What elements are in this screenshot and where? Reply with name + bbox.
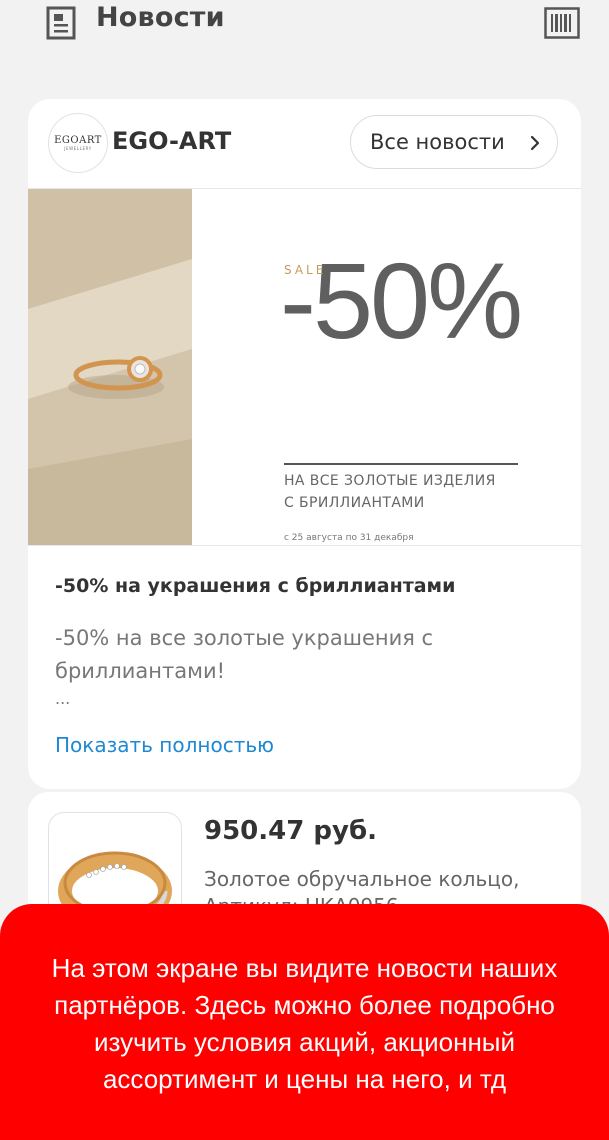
news-card: EGOART JEWELLERY EGO-ART Все новости -50… <box>28 99 581 789</box>
chevron-right-icon <box>530 135 540 151</box>
banner-divider <box>284 463 518 465</box>
page-title: Новости <box>96 2 225 33</box>
banner-line-2: С БРИЛЛИАНТАМИ <box>284 495 425 511</box>
partner-logo[interactable]: EGOART JEWELLERY <box>48 113 108 173</box>
news-title: -50% на украшения с бриллиантами <box>55 575 456 597</box>
news-body: -50% на все золотые украшения с бриллиан… <box>55 626 434 683</box>
partner-logo-text: EGOART <box>54 134 102 146</box>
news-card-header: EGOART JEWELLERY EGO-ART Все новости <box>28 99 581 187</box>
news-banner[interactable]: -50% SALE НА ВСЕ ЗОЛОТЫЕ ИЗДЕЛИЯ С БРИЛЛ… <box>28 188 581 546</box>
barcode-icon[interactable] <box>544 7 580 39</box>
show-more-link[interactable]: Показать полностью <box>55 733 274 757</box>
banner-line-1: НА ВСЕ ЗОЛОТЫЕ ИЗДЕЛИЯ <box>284 473 496 489</box>
partner-name[interactable]: EGO-ART <box>112 127 231 155</box>
product-name: Золотое обручальное кольцо, <box>204 867 520 891</box>
banner-dates: с 25 августа по 31 декабря <box>284 533 414 543</box>
all-news-label: Все новости <box>370 130 505 154</box>
ring-on-stones-photo <box>28 189 192 545</box>
sale-label: SALE <box>284 263 327 277</box>
hint-text: На этом экране вы видите новости наших п… <box>51 953 558 1094</box>
top-bar: Новости <box>0 0 609 48</box>
all-news-button[interactable]: Все новости <box>350 115 558 169</box>
news-icon[interactable] <box>46 6 76 40</box>
partner-logo-subtext: JEWELLERY <box>64 145 92 151</box>
hint-overlay: На этом экране вы видите новости наших п… <box>0 904 609 1140</box>
product-price: 950.47 руб. <box>204 816 377 846</box>
news-ellipsis: ... <box>55 689 71 708</box>
